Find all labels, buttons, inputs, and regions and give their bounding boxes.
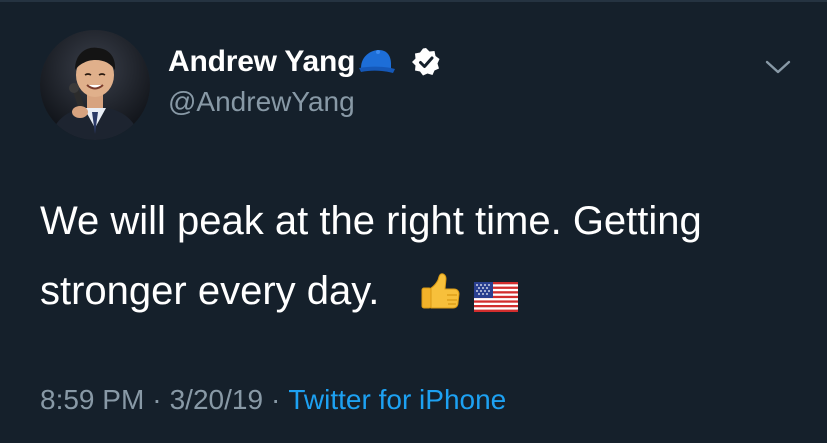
tweet-source-link[interactable]: Twitter for iPhone <box>288 384 506 416</box>
avatar[interactable] <box>40 30 150 140</box>
meta-separator-2: · <box>271 384 281 415</box>
tweet-meta: 8:59 PM · 3/20/19 · Twitter for iPhone <box>40 384 506 416</box>
tweet-time[interactable]: 8:59 PM <box>40 384 144 416</box>
author-name-row: Andrew Yang <box>168 42 441 82</box>
us-flag-icon <box>473 264 518 334</box>
thumbs-up-icon <box>417 264 461 334</box>
tweet-text: We will peak at the right time. Getting … <box>40 186 800 326</box>
tweet-date[interactable]: 3/20/19 <box>170 384 263 416</box>
avatar-photo-icon <box>40 30 150 140</box>
top-divider <box>0 0 827 2</box>
tweet-text-line-1: We will peak at the right time. Getting <box>40 199 702 243</box>
meta-separator: · <box>152 384 162 415</box>
display-name[interactable]: Andrew Yang <box>168 45 355 79</box>
tweet-text-line-2-wrap: stronger every day. <box>40 256 800 326</box>
blue-cap-icon <box>357 48 397 76</box>
verified-badge-icon <box>411 47 441 77</box>
user-handle[interactable]: @AndrewYang <box>168 86 355 118</box>
chevron-down-icon[interactable] <box>764 58 792 76</box>
tweet-text-line-2: stronger every day. <box>40 269 380 313</box>
